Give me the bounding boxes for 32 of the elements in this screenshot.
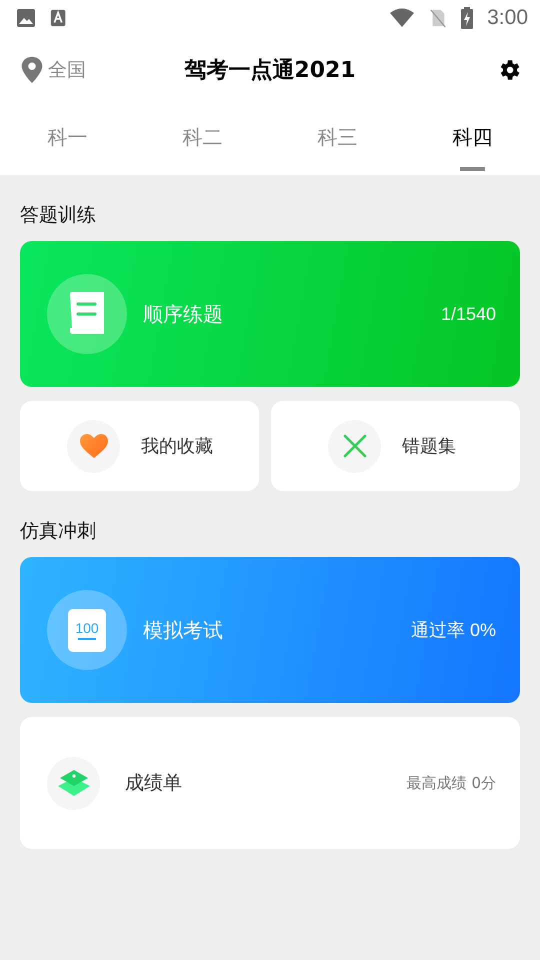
card-value: 通过率 0% <box>410 619 496 642</box>
subject-tab[interactable]: 科二 <box>135 104 270 175</box>
shortcut-card[interactable]: 我的收藏 <box>20 401 259 491</box>
font-icon <box>50 8 68 28</box>
cross-icon <box>342 434 366 458</box>
subject-tab[interactable]: 科一 <box>0 104 135 175</box>
card-value: 1/1540 <box>440 304 496 324</box>
wifi-icon <box>389 8 416 28</box>
main-card[interactable]: 100 模拟考试 通过率 0% <box>20 557 520 703</box>
location-button[interactable]: 全国 <box>20 56 86 84</box>
heart-icon <box>80 434 108 458</box>
card-title: 成绩单 <box>125 771 183 796</box>
card-title: 错题集 <box>402 435 456 458</box>
main-card[interactable]: 顺序练题 1/1540 <box>20 241 520 387</box>
card-value: 最高成绩 0分 <box>406 774 496 792</box>
status-time: 3:00 <box>487 6 528 30</box>
app-title: 驾考一点通2021 <box>184 57 356 85</box>
subject-tab[interactable]: 科三 <box>270 104 405 175</box>
book-icon <box>69 292 105 336</box>
section-title: 仿真冲刺 <box>20 519 97 544</box>
no-sim-icon <box>429 7 448 29</box>
section-title: 答题训练 <box>20 203 97 228</box>
battery-icon <box>461 7 474 29</box>
image-icon <box>16 8 36 28</box>
card-title: 我的收藏 <box>141 435 213 458</box>
shortcut-card[interactable]: 错题集 <box>271 401 520 491</box>
layers-icon <box>58 770 90 796</box>
card-title: 顺序练题 <box>143 300 224 328</box>
card-title: 模拟考试 <box>143 616 224 644</box>
score-icon: 100 <box>68 608 106 652</box>
score-card[interactable]: 成绩单 最高成绩 0分 <box>20 717 520 849</box>
location-pin-icon <box>20 56 44 84</box>
